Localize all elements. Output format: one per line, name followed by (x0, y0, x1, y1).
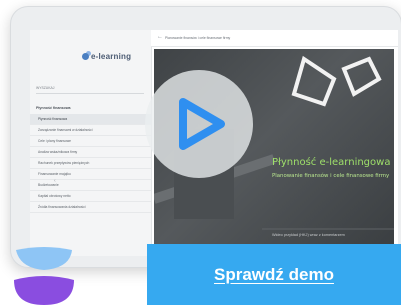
app-logo[interactable]: e-learning (82, 52, 131, 61)
sidebar-item[interactable]: Budżetowanie (30, 180, 151, 191)
menu-title: Płynność finansowa (36, 106, 71, 110)
sidebar-menu: Płynność finansowa Zarządzanie finansami… (30, 114, 151, 213)
sidebar-item[interactable]: Zarządzanie finansami w działalności (30, 125, 151, 136)
sidebar-item[interactable]: Analiza wskaźnikowa firmy (30, 147, 151, 158)
video-subheading: Planowanie finansów i cele finansowe fir… (272, 173, 390, 179)
blob-bottom (14, 276, 74, 305)
video-caption: Wideo przykład (HKJ) wraz z komentarzem (272, 233, 345, 237)
video-heading: Płynność e-learningowa (272, 157, 391, 168)
logo-text: e-learning (91, 52, 132, 61)
sidebar-item[interactable]: Rachunek przepływów pieniężnych (30, 158, 151, 169)
sidebar-item[interactable]: Finansowanie majątku (30, 169, 151, 180)
content-topbar: ← Planowanie finansów i cele finansowe f… (151, 30, 398, 47)
demo-button-label: Sprawdź demo (214, 264, 334, 284)
decorative-blobs (14, 247, 74, 305)
sidebar-item[interactable]: Kapitał obrotowy netto (30, 191, 151, 202)
demo-button[interactable]: Sprawdź demo (147, 244, 401, 305)
sidebar-item[interactable]: Płynność finansowa (30, 114, 151, 125)
search-input[interactable] (36, 93, 144, 94)
video-shape (291, 55, 337, 107)
back-arrow-icon[interactable]: ← (157, 34, 163, 40)
blob-top (16, 247, 72, 270)
play-icon (179, 98, 225, 150)
sidebar-item[interactable]: Źródła finansowania działalności (30, 202, 151, 213)
search-label[interactable]: WYSZUKAJ (36, 86, 54, 90)
logo-mark-icon (82, 53, 89, 60)
sidebar-toggle-icon[interactable]: ‹ (54, 178, 58, 184)
lesson-title: Planowanie finansów i cele finansowe fir… (165, 36, 231, 40)
video-shape (341, 56, 382, 97)
sidebar: e-learning WYSZUKAJ Płynność finansowa P… (30, 30, 152, 256)
play-button[interactable] (145, 70, 253, 178)
sidebar-item[interactable]: Cele i plany finansowe (30, 136, 151, 147)
